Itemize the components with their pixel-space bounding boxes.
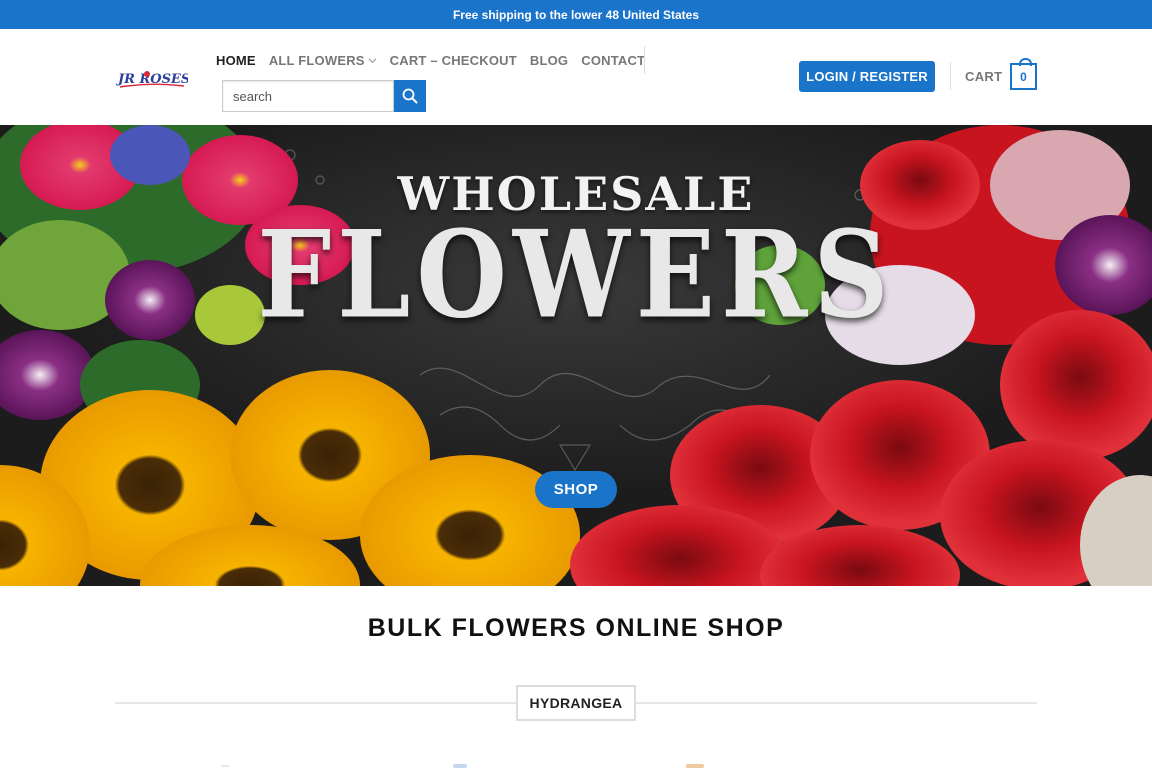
product-image-peek <box>453 764 467 768</box>
logo-graphic: JR ROSES <box>116 71 188 88</box>
product-image-peek <box>221 765 229 767</box>
login-register-button[interactable]: LOGIN / REGISTER <box>799 61 935 92</box>
nav-item-contact[interactable]: CONTACT <box>581 53 645 68</box>
nav-item-cart-checkout[interactable]: CART – CHECKOUT <box>390 53 517 68</box>
search-icon <box>402 88 418 104</box>
product-image-peek <box>686 764 704 768</box>
hero-banner: WHOLESALE FLOWERS SHOP <box>0 125 1152 586</box>
chevron-down-icon <box>368 57 377 63</box>
site-logo[interactable]: JR ROSES <box>116 65 188 91</box>
main-nav: HOME ALL FLOWERS CART – CHECKOUT BLOG CO… <box>216 51 658 69</box>
nav-item-label: ALL FLOWERS <box>268 52 365 68</box>
top-announcement-bar: Free shipping to the lower 48 United Sta… <box>0 0 1152 29</box>
header-divider <box>950 62 951 90</box>
nav-item-home[interactable]: HOME <box>216 53 256 68</box>
shop-button[interactable]: SHOP <box>535 471 617 508</box>
nav-divider <box>644 46 645 74</box>
announcement-text: Free shipping to the lower 48 United Sta… <box>452 7 700 22</box>
nav-item-blog[interactable]: BLOG <box>530 53 568 68</box>
category-tab-hydrangea[interactable]: HYDRANGEA <box>516 685 636 721</box>
cart-count-badge[interactable]: 0 <box>1010 58 1037 90</box>
section-title: BULK FLOWERS ONLINE SHOP <box>367 614 785 642</box>
search-button[interactable] <box>394 80 426 112</box>
search-form <box>222 80 426 112</box>
cart-link[interactable]: CART <box>965 69 1002 84</box>
site-header: JR ROSES HOME ALL FLOWERS CART – CHECKOU… <box>0 29 1152 125</box>
nav-item-all-flowers[interactable]: ALL FLOWERS <box>269 53 377 68</box>
search-input[interactable] <box>222 80 394 112</box>
hero-title-line-2: FLOWERS <box>257 203 895 346</box>
